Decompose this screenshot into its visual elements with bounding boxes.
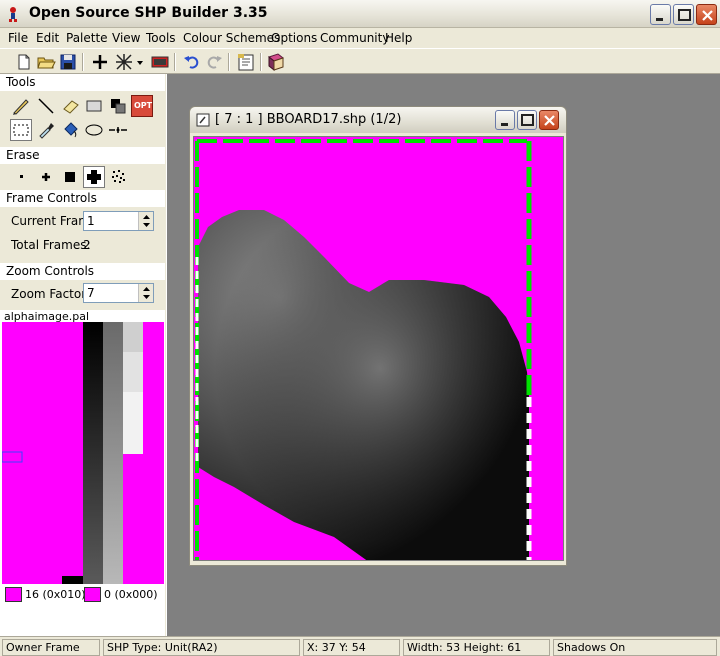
zoom-factor-stepper[interactable]: 7 <box>83 283 154 303</box>
menu-help[interactable]: Help <box>385 31 412 45</box>
minimize-icon <box>501 123 508 126</box>
workspace-area: [ 7 : 1 ] BBOARD17.shp (1/2) <box>166 74 720 636</box>
brush-area <box>0 164 165 190</box>
properties-icon[interactable] <box>236 52 256 72</box>
menu-file[interactable]: File <box>8 31 28 45</box>
stepper-arrows[interactable] <box>138 284 153 302</box>
line-icon[interactable] <box>35 95 57 117</box>
doc-maximize-button[interactable] <box>517 110 537 130</box>
frame-controls-area: Current Frame 1 Total Frames: 2 <box>0 207 165 263</box>
fill-bucket-icon[interactable] <box>60 119 82 141</box>
title-bar: Open Source SHP Builder 3.35 <box>0 0 720 28</box>
total-frames-value: 2 <box>83 238 91 252</box>
tools-area: OPT <box>0 91 165 147</box>
toolbar <box>0 48 720 74</box>
status-bar: Owner Frame SHP Type: Unit(RA2) X: 37 Y:… <box>0 636 720 656</box>
doc-minimize-button[interactable] <box>495 110 515 130</box>
book-icon[interactable] <box>266 52 286 72</box>
zoom-factor-label: Zoom Factor <box>11 287 87 301</box>
brush-4-icon <box>87 170 101 184</box>
status-owner-frame: Owner Frame <box>2 639 100 656</box>
dropper-icon[interactable] <box>35 119 57 141</box>
rectangle-icon[interactable] <box>83 95 105 117</box>
selection-icon <box>13 124 29 136</box>
close-icon <box>544 115 555 126</box>
menu-view[interactable]: View <box>112 31 140 45</box>
status-shp-type: SHP Type: Unit(RA2) <box>103 639 300 656</box>
undo-icon[interactable] <box>182 52 202 72</box>
crosshair-icon[interactable] <box>107 119 129 141</box>
ellipse-icon[interactable] <box>83 119 105 141</box>
toolbar-separator <box>174 53 176 71</box>
status-shadows: Shadows On <box>553 639 717 656</box>
sprite-image <box>194 137 563 560</box>
erase-heading: Erase <box>0 147 165 164</box>
brush-4-button[interactable] <box>83 166 105 188</box>
close-button[interactable] <box>696 4 717 25</box>
opt-icon[interactable]: OPT <box>131 95 153 117</box>
right-color-swatch[interactable] <box>84 587 101 602</box>
zoom-controls-area: Zoom Factor 7 <box>0 280 165 310</box>
spin-arrows-icon <box>143 215 150 227</box>
toolbar-separator <box>228 53 230 71</box>
doc-close-button[interactable] <box>539 110 559 130</box>
pencil-icon[interactable] <box>10 95 32 117</box>
brush-spray-icon[interactable] <box>107 166 129 188</box>
tools-heading: Tools <box>0 74 165 91</box>
brush-1-icon[interactable] <box>11 166 33 188</box>
grid-icon[interactable] <box>114 52 134 72</box>
status-size: Width: 53 Height: 61 <box>403 639 550 656</box>
add-icon[interactable] <box>90 52 110 72</box>
palette-grid[interactable] <box>2 322 164 584</box>
dropdown-arrow-icon[interactable] <box>134 52 146 72</box>
maximize-icon <box>521 114 534 126</box>
status-coords: X: 37 Y: 54 <box>303 639 400 656</box>
menu-options[interactable]: Options <box>271 31 317 45</box>
maximize-icon <box>678 9 691 21</box>
menu-palette[interactable]: Palette <box>66 31 108 45</box>
zoom-factor-value[interactable]: 7 <box>87 286 95 300</box>
redo-icon[interactable] <box>204 52 224 72</box>
dark-light-icon[interactable] <box>107 95 129 117</box>
menu-tools[interactable]: Tools <box>146 31 176 45</box>
left-color-label: 16 (0x010) <box>25 588 86 601</box>
document-title-bar: [ 7 : 1 ] BBOARD17.shp (1/2) <box>190 107 566 133</box>
menu-community[interactable]: Community <box>320 31 389 45</box>
app-icon <box>9 7 17 22</box>
total-frames-label: Total Frames: <box>11 238 91 252</box>
new-file-icon[interactable] <box>14 52 34 72</box>
left-color-swatch[interactable] <box>5 587 22 602</box>
toolbar-separator <box>260 53 262 71</box>
spin-arrows-icon <box>143 287 150 299</box>
stepper-arrows[interactable] <box>138 212 153 230</box>
current-frame-value[interactable]: 1 <box>87 214 95 228</box>
zoom-controls-heading: Zoom Controls <box>0 263 165 280</box>
document-title: [ 7 : 1 ] BBOARD17.shp (1/2) <box>215 112 402 127</box>
toolbar-separator <box>82 53 84 71</box>
shp-document-window: [ 7 : 1 ] BBOARD17.shp (1/2) <box>189 106 567 566</box>
menu-bar: File Edit Palette View Tools Colour Sche… <box>0 28 720 48</box>
right-color-label: 0 (0x000) <box>104 588 158 601</box>
left-panel: Tools OPT Erase Frame Controls Current F… <box>0 74 165 636</box>
brush-2-icon[interactable] <box>35 166 57 188</box>
close-icon <box>702 10 713 21</box>
frame-controls-heading: Frame Controls <box>0 190 165 207</box>
menu-edit[interactable]: Edit <box>36 31 59 45</box>
save-disk-icon[interactable] <box>58 52 78 72</box>
selection-tool[interactable] <box>10 119 32 141</box>
preview-icon[interactable] <box>150 52 170 72</box>
current-frame-stepper[interactable]: 1 <box>83 211 154 231</box>
maximize-button[interactable] <box>673 4 694 25</box>
document-icon <box>196 113 210 127</box>
eraser-icon[interactable] <box>60 95 82 117</box>
palette-swatches <box>2 322 143 584</box>
open-folder-icon[interactable] <box>36 52 56 72</box>
minimize-button[interactable] <box>650 4 671 25</box>
sprite-canvas[interactable] <box>193 136 564 561</box>
menu-colour-schemes[interactable]: Colour Schemes <box>183 31 280 45</box>
minimize-icon <box>656 18 663 21</box>
brush-3-icon[interactable] <box>59 166 81 188</box>
window-title: Open Source SHP Builder 3.35 <box>29 5 268 21</box>
